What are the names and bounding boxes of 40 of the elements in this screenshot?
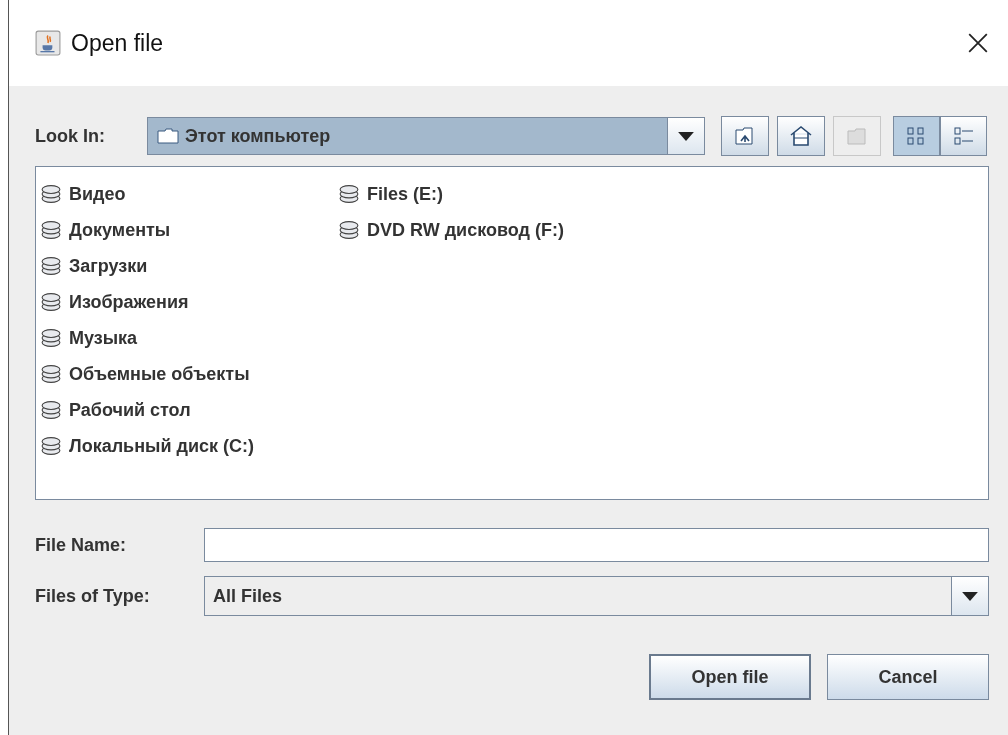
- disk-stack-icon: [41, 436, 61, 456]
- close-icon[interactable]: [967, 32, 989, 54]
- disk-stack-icon: [339, 184, 359, 204]
- disk-stack-icon: [41, 256, 61, 276]
- disk-stack-icon: [41, 328, 61, 348]
- window-title: Open file: [71, 29, 165, 57]
- look-in-label: Look In:: [35, 125, 106, 147]
- file-type-value: All Files: [212, 585, 284, 607]
- home-button[interactable]: [777, 116, 825, 156]
- file-name-field[interactable]: [204, 528, 989, 562]
- drive-item[interactable]: Видео: [41, 176, 339, 212]
- disk-stack-icon: [41, 364, 61, 384]
- list-view-button[interactable]: [893, 116, 940, 156]
- home-icon: [789, 124, 813, 148]
- open-file-button[interactable]: Open file: [649, 654, 811, 700]
- up-folder-button[interactable]: [721, 116, 769, 156]
- disk-stack-icon: [41, 184, 61, 204]
- disk-stack-icon: [41, 220, 61, 240]
- file-type-label: Files of Type:: [35, 585, 151, 607]
- details-icon: [951, 124, 976, 148]
- drive-item[interactable]: Документы: [41, 212, 339, 248]
- drive-item[interactable]: Музыка: [41, 320, 339, 356]
- drive-item[interactable]: DVD RW дисковод (F:): [339, 212, 637, 248]
- drive-item[interactable]: Files (E:): [339, 176, 637, 212]
- drive-item[interactable]: Локальный диск (C:): [41, 428, 339, 464]
- disk-stack-icon: [339, 220, 359, 240]
- disk-stack-icon: [41, 292, 61, 312]
- drive-item[interactable]: Загрузки: [41, 248, 339, 284]
- folder-icon: [157, 128, 179, 144]
- details-view-button[interactable]: [940, 116, 987, 156]
- file-name-label: File Name:: [35, 534, 128, 556]
- file-type-dropdown[interactable]: All Files: [204, 576, 989, 616]
- drive-item[interactable]: Изображения: [41, 284, 339, 320]
- drive-item[interactable]: Рабочий стол: [41, 392, 339, 428]
- drive-item[interactable]: Объемные объекты: [41, 356, 339, 392]
- disk-stack-icon: [41, 400, 61, 420]
- cancel-button[interactable]: Cancel: [827, 654, 989, 700]
- look-in-dropdown[interactable]: Этот компьютер: [147, 117, 705, 155]
- cup-icon: [35, 30, 61, 56]
- look-in-value: Этот компьютер: [185, 125, 332, 147]
